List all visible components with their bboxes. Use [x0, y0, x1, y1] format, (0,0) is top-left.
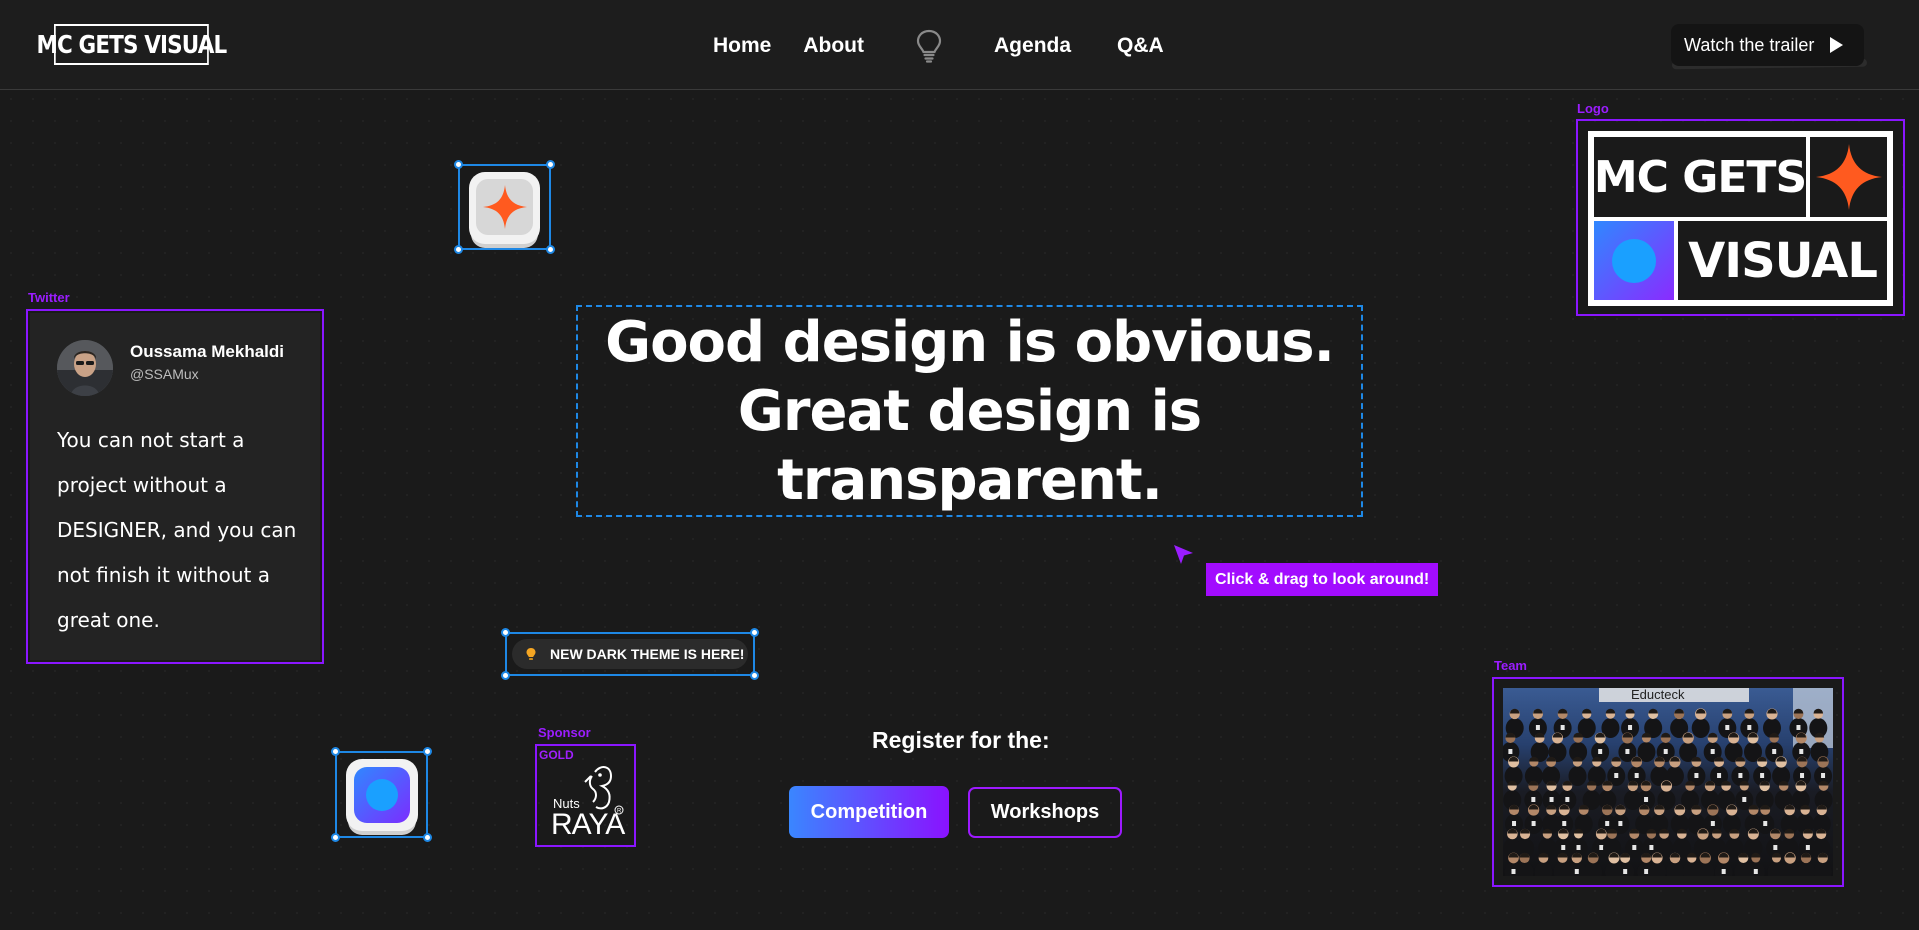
- avatar: [57, 340, 113, 396]
- resize-handle[interactable]: [331, 833, 340, 842]
- tweet-card: Oussama Mekhaldi @SSAMux You can not sta…: [30, 313, 320, 660]
- tweet-text: You can not start a project without a DE…: [57, 428, 297, 632]
- twitter-frame-label: Twitter: [28, 290, 70, 305]
- theme-pill-selection[interactable]: NEW DARK THEME IS HERE!: [501, 628, 759, 680]
- brand-logo[interactable]: MC GETS VISUAL: [36, 24, 227, 65]
- nav-home-link[interactable]: Home: [713, 34, 771, 58]
- watch-trailer-button[interactable]: Watch the trailer: [1671, 24, 1864, 66]
- sponsor-logo: Nuts RAYA R: [551, 766, 626, 841]
- team-banner-text: Educteck: [1631, 688, 1685, 702]
- lightbulb-icon[interactable]: [914, 28, 944, 64]
- nav-qa-link[interactable]: Q&A: [1117, 34, 1164, 58]
- cursor-icon: [1174, 545, 1193, 564]
- register-heading: Register for the:: [872, 727, 1050, 753]
- circle-app-tile: [346, 759, 418, 831]
- resize-handle[interactable]: [501, 628, 510, 637]
- brand-logo-text: MC GETS VISUAL: [36, 30, 227, 59]
- resize-handle[interactable]: [423, 833, 432, 842]
- circle-app-icon-selection[interactable]: [331, 747, 432, 842]
- svg-text:R: R: [617, 809, 622, 815]
- star-app-icon-selection[interactable]: [454, 160, 555, 254]
- sponsor-frame[interactable]: GOLD Nuts RAYA R: [535, 744, 636, 847]
- event-logo: MC GETS VISUAL: [1588, 131, 1893, 306]
- resize-handle[interactable]: [454, 160, 463, 169]
- tweet-author-name: Oussama Mekhaldi: [130, 342, 285, 361]
- headline-selection[interactable]: Good design is obvious. Great design is …: [576, 305, 1363, 517]
- sponsor-frame-label: Sponsor: [538, 725, 591, 740]
- team-frame-label: Team: [1494, 658, 1527, 673]
- play-icon: [1830, 37, 1844, 53]
- star-icon: [482, 185, 527, 229]
- logo-frame[interactable]: MC GETS VISUAL: [1576, 119, 1905, 316]
- drag-hint-tooltip: Click & drag to look around!: [1206, 563, 1439, 596]
- twitter-card-frame[interactable]: Oussama Mekhaldi @SSAMux You can not sta…: [26, 309, 324, 664]
- nav-links: Home About Agenda Q&A: [713, 28, 1164, 64]
- resize-handle[interactable]: [750, 628, 759, 637]
- logo-line-2: VISUAL: [1688, 232, 1878, 289]
- logo-frame-label: Logo: [1577, 101, 1609, 116]
- watch-trailer-label: Watch the trailer: [1684, 34, 1815, 55]
- star-icon: [1815, 144, 1882, 210]
- hero-headline: Good design is obvious. Great design is …: [605, 309, 1335, 513]
- resize-handle[interactable]: [546, 245, 555, 254]
- resize-handle[interactable]: [454, 245, 463, 254]
- dark-theme-badge[interactable]: NEW DARK THEME IS HERE!: [512, 639, 748, 669]
- top-nav: MC GETS VISUAL Home About Agenda Q&A Wat…: [0, 0, 1919, 90]
- circle-icon: [366, 779, 398, 811]
- resize-handle[interactable]: [750, 671, 759, 680]
- star-app-tile: [469, 172, 540, 244]
- team-frame[interactable]: Educteck: [1492, 677, 1844, 887]
- nav-agenda-link[interactable]: Agenda: [994, 34, 1071, 58]
- workshops-button[interactable]: Workshops: [968, 787, 1122, 838]
- resize-handle[interactable]: [423, 747, 432, 756]
- nav-about-link[interactable]: About: [803, 34, 864, 58]
- competition-button[interactable]: Competition: [789, 786, 949, 838]
- crowd-silhouettes: [1503, 708, 1833, 876]
- resize-handle[interactable]: [546, 160, 555, 169]
- circle-icon: [1612, 238, 1656, 283]
- logo-line-1: MC GETS: [1593, 151, 1807, 203]
- sponsor-logo-big-text: RAYA: [551, 808, 625, 841]
- dark-theme-badge-label: NEW DARK THEME IS HERE!: [550, 646, 745, 662]
- resize-handle[interactable]: [331, 747, 340, 756]
- resize-handle[interactable]: [501, 671, 510, 680]
- lightbulb-icon: [526, 648, 536, 660]
- team-photo: Educteck: [1503, 688, 1833, 876]
- tweet-author-handle: @SSAMux: [130, 366, 199, 382]
